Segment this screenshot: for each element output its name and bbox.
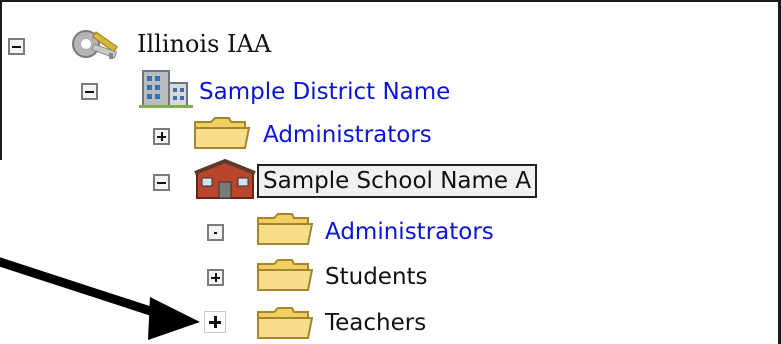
annotation-arrow	[0, 257, 200, 340]
